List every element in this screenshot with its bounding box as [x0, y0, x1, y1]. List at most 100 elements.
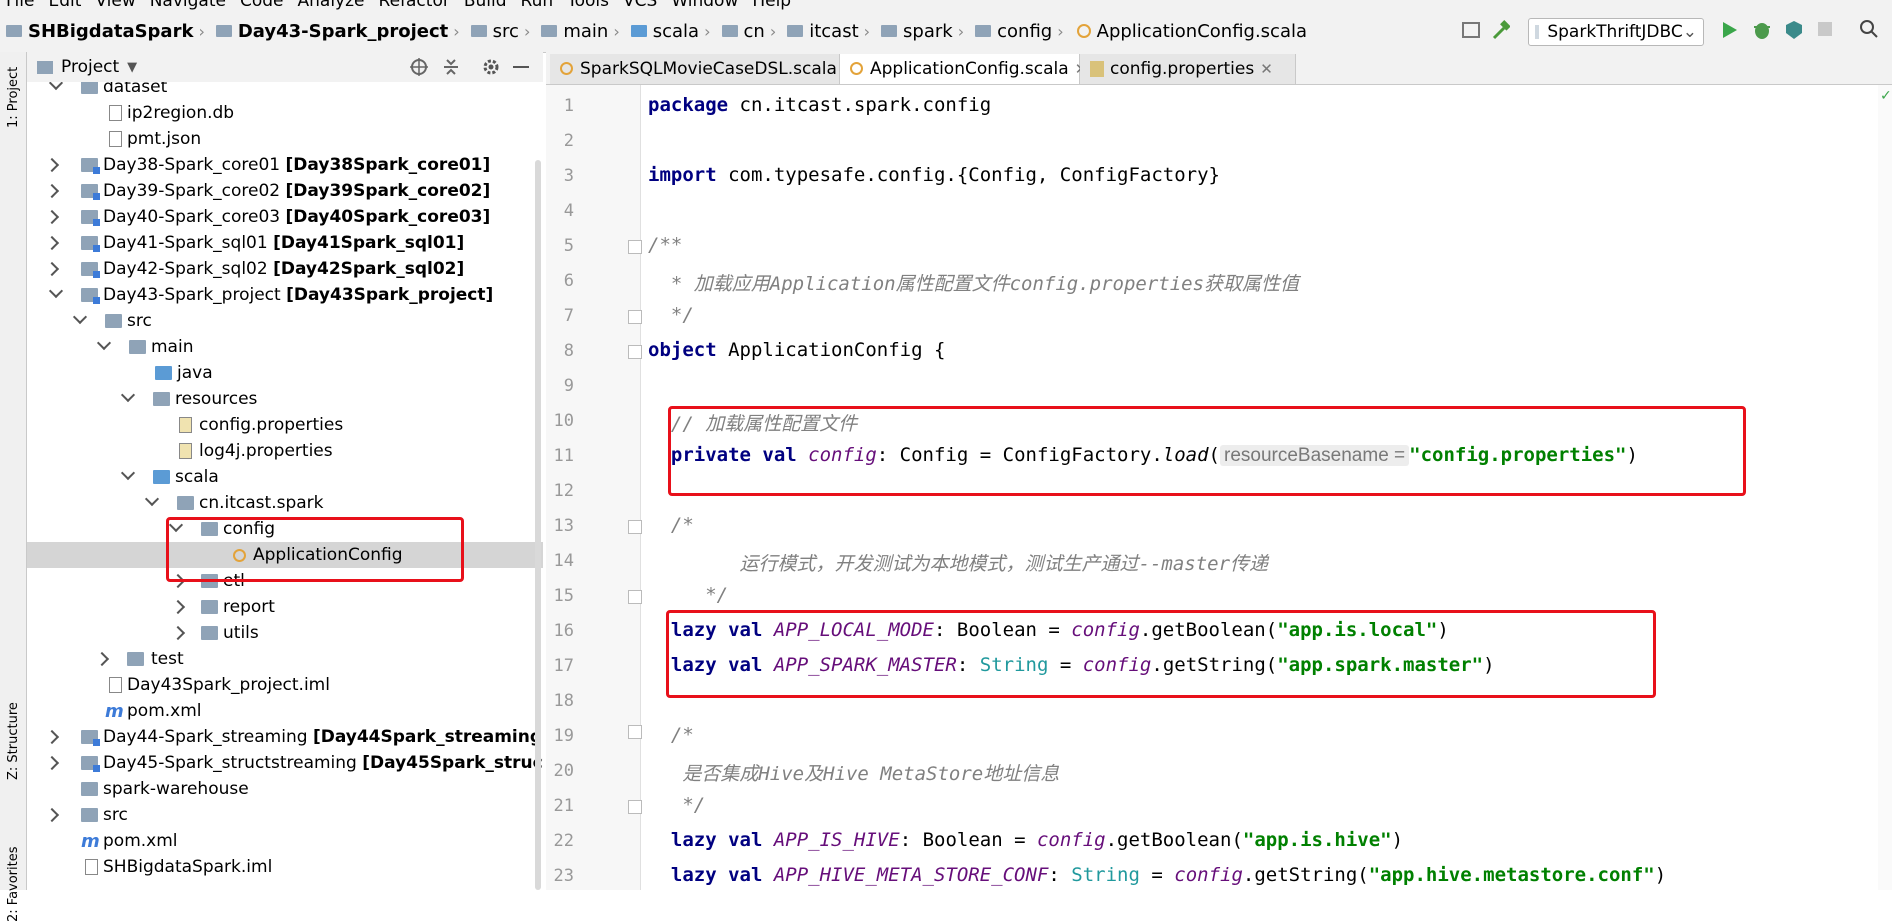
properties-file-icon	[179, 417, 192, 433]
locate-icon[interactable]	[409, 57, 429, 82]
project-tree: dataset ip2region.db pmt.json Day38-Spar…	[27, 82, 543, 890]
source-folder-icon	[155, 366, 172, 380]
gear-icon[interactable]	[481, 57, 501, 82]
menu-file[interactable]: File	[6, 0, 34, 10]
tree-row[interactable]: config.properties	[27, 412, 543, 438]
menu-build[interactable]: Build	[464, 0, 507, 10]
editor-scrollbar[interactable]	[1878, 85, 1892, 890]
tree-row[interactable]: Day43Spark_project.iml	[27, 672, 543, 698]
tree-row[interactable]: resources	[27, 386, 543, 412]
tree-row[interactable]: src	[27, 802, 543, 828]
menu-refactor[interactable]: Refactor	[379, 0, 450, 10]
tree-row[interactable]: cn.itcast.spark	[27, 490, 543, 516]
tab-applicationconfig[interactable]: ApplicationConfig.scala✕	[840, 54, 1087, 84]
menu-navigate[interactable]: Navigate	[150, 0, 226, 10]
tree-row[interactable]: SHBigdataSpark.iml	[27, 854, 543, 880]
tab-config-properties[interactable]: config.properties ✕	[1080, 54, 1296, 84]
fold-marker-icon[interactable]	[628, 520, 642, 534]
breadcrumb-item[interactable]: scala	[653, 21, 699, 42]
tree-row[interactable]: utils	[27, 620, 543, 646]
breadcrumb-item[interactable]: cn	[744, 21, 765, 42]
tree-row[interactable]: report	[27, 594, 543, 620]
menu-window[interactable]: Window	[671, 0, 738, 10]
menu-tools[interactable]: Tools	[567, 0, 609, 10]
tree-row[interactable]: Day40-Spark_core03 [Day40Spark_core03]	[27, 204, 543, 230]
code-line-23: lazy val APP_HIVE_META_STORE_CONF: Strin…	[648, 864, 1667, 886]
close-icon[interactable]: ✕	[1260, 60, 1273, 78]
module-icon	[81, 158, 100, 174]
code-line-22: lazy val APP_IS_HIVE: Boolean = config.g…	[648, 829, 1404, 851]
stop-icon[interactable]	[1818, 22, 1832, 36]
code-highlight-box-config	[668, 406, 1746, 496]
fold-marker-icon[interactable]	[628, 725, 642, 739]
tree-row[interactable]: Day41-Spark_sql01 [Day41Spark_sql01]	[27, 230, 543, 256]
fold-marker-icon[interactable]	[628, 240, 642, 254]
terminal-icon[interactable]	[1462, 22, 1480, 38]
tree-row[interactable]: log4j.properties	[27, 438, 543, 464]
chevron-down-icon: ⌄	[1682, 22, 1697, 42]
tree-row[interactable]: java	[27, 360, 543, 386]
code-line-6: * 加载应用Application属性配置文件config.properties…	[648, 273, 1300, 295]
project-panel-title[interactable]: Project	[61, 57, 119, 77]
code-line-7: */	[648, 304, 694, 326]
code-line-21: */	[648, 794, 706, 816]
build-hammer-icon[interactable]	[1492, 20, 1511, 40]
menu-edit[interactable]: Edit	[48, 0, 81, 10]
fold-marker-icon[interactable]	[628, 800, 642, 814]
tree-row[interactable]: Day39-Spark_core02 [Day39Spark_core02]	[27, 178, 543, 204]
menu-help[interactable]: Help	[752, 0, 791, 10]
fold-marker-icon[interactable]	[628, 310, 642, 324]
tree-row[interactable]: dataset	[27, 82, 543, 100]
debug-icon[interactable]	[1752, 19, 1772, 45]
tree-row[interactable]: m pom.xml	[27, 698, 543, 724]
tree-row[interactable]: scala	[27, 464, 543, 490]
code-line-3: import com.typesafe.config.{Config, Conf…	[648, 164, 1220, 186]
tree-row[interactable]: Day38-Spark_core01 [Day38Spark_core01]	[27, 152, 543, 178]
breadcrumb-item[interactable]: spark	[903, 21, 953, 42]
structure-tool-button[interactable]: Z: Structure	[6, 702, 21, 780]
tree-row[interactable]: Day42-Spark_sql02 [Day42Spark_sql02]	[27, 256, 543, 282]
inspection-ok-icon[interactable]: ✓	[1880, 88, 1892, 104]
tree-row[interactable]: spark-warehouse	[27, 776, 543, 802]
maven-icon: m	[105, 701, 124, 722]
tree-row[interactable]: Day44-Spark_streaming [Day44Spark_stream…	[27, 724, 543, 750]
breadcrumb-item[interactable]: itcast	[809, 21, 858, 42]
menu-analyze[interactable]: Analyze	[298, 0, 365, 10]
menu-view[interactable]: View	[95, 0, 135, 10]
tree-row[interactable]: Day43-Spark_project [Day43Spark_project]	[27, 282, 543, 308]
coverage-icon[interactable]	[1784, 19, 1804, 45]
package-icon	[177, 496, 194, 510]
run-configuration-select[interactable]: SparkThriftJDBC ⌄	[1528, 18, 1704, 46]
breadcrumb-item[interactable]: src	[493, 21, 519, 42]
tree-row[interactable]: test	[27, 646, 543, 672]
fold-marker-icon[interactable]	[628, 345, 642, 359]
tree-row[interactable]: pmt.json	[27, 126, 543, 152]
menu-vcs[interactable]: VCS	[623, 0, 657, 10]
line-number: 4	[563, 201, 574, 221]
project-tool-button[interactable]: 1: Project	[6, 67, 21, 128]
hide-panel-icon[interactable]	[513, 66, 529, 68]
tree-row[interactable]: Day45-Spark_structstreaming [Day45Spark_…	[27, 750, 543, 776]
tree-row[interactable]: main	[27, 334, 543, 360]
breadcrumb-item[interactable]: main	[563, 21, 608, 42]
breadcrumb-item[interactable]: ApplicationConfig.scala	[1097, 21, 1307, 42]
menu-run[interactable]: Run	[521, 0, 554, 10]
breadcrumb-item[interactable]: SHBigdataSpark	[28, 21, 193, 42]
project-folder-icon	[6, 25, 22, 37]
chevron-down-icon[interactable]: ▼	[127, 60, 137, 75]
favorites-tool-button[interactable]: 2: Favorites	[6, 846, 21, 922]
fold-marker-icon[interactable]	[628, 590, 642, 604]
iml-file-icon	[109, 677, 122, 693]
tree-row[interactable]: ip2region.db	[27, 100, 543, 126]
breadcrumb-item[interactable]: config	[997, 21, 1052, 42]
collapse-all-icon[interactable]	[441, 57, 461, 82]
breadcrumb-item[interactable]: Day43-Spark_project	[238, 21, 448, 42]
project-panel-header: Project ▼	[27, 52, 543, 83]
tree-row[interactable]: src	[27, 308, 543, 334]
tree-row[interactable]: m pom.xml	[27, 828, 543, 854]
search-everywhere-icon[interactable]	[1858, 18, 1880, 44]
tab-sparksqlmoviecasedsl[interactable]: SparkSQLMovieCaseDSL.scala✕	[550, 54, 856, 84]
run-icon[interactable]	[1720, 20, 1738, 44]
menu-code[interactable]: Code	[240, 0, 284, 10]
tree-scrollbar[interactable]	[535, 160, 541, 890]
